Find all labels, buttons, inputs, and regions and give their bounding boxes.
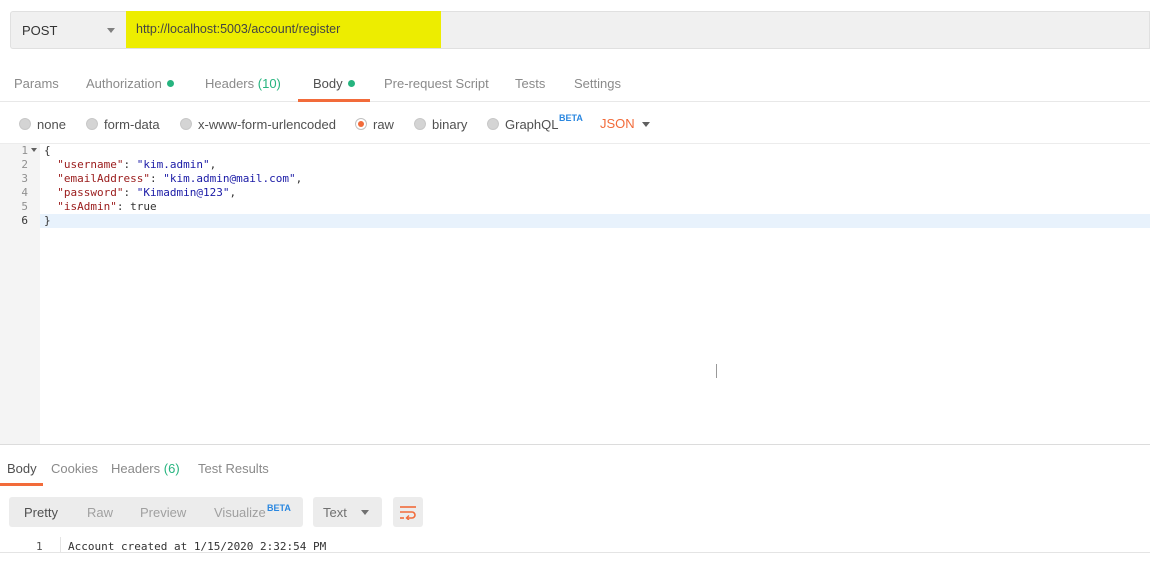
url-input[interactable]: http://localhost:5003/account/register xyxy=(136,22,340,36)
line-number: 2 xyxy=(21,158,28,171)
fold-arrow-icon[interactable] xyxy=(31,148,37,152)
code-line: } xyxy=(44,214,51,227)
line-number: 3 xyxy=(21,172,28,185)
graphql-beta-badge: BETA xyxy=(559,113,583,123)
radio-form-data[interactable] xyxy=(86,118,98,130)
brace: { xyxy=(44,144,51,157)
wrap-lines-button[interactable] xyxy=(393,497,423,527)
json-value: true xyxy=(130,200,157,213)
line-number: 6 xyxy=(21,214,28,227)
request-bar: POST http://localhost:5003/account/regis… xyxy=(0,0,1150,58)
code-line: { xyxy=(44,144,51,157)
radio-graphql-label: GraphQL xyxy=(505,117,559,132)
code-line: "password": "Kimadmin@123", xyxy=(57,186,237,199)
request-body-editor[interactable]: 1 2 3 4 5 6 { "username": "kim.admin", "… xyxy=(0,144,1150,444)
line-number: 5 xyxy=(21,200,28,213)
response-active-tab-indicator xyxy=(0,483,43,486)
body-format-select[interactable]: JSON xyxy=(600,116,635,131)
response-view-group: Pretty Raw Preview Visualize BETA xyxy=(9,497,303,527)
response-tab-headers[interactable]: Headers (6) xyxy=(111,461,180,476)
code-line: "emailAddress": "kim.admin@mail.com", xyxy=(57,172,303,185)
json-value: "Kimadmin@123" xyxy=(136,186,230,199)
body-type-selector: none form-data x-www-form-urlencoded raw… xyxy=(0,102,1150,144)
tab-headers-label: Headers xyxy=(205,76,255,91)
tab-tests[interactable]: Tests xyxy=(515,76,545,91)
tab-settings[interactable]: Settings xyxy=(574,76,621,91)
method-label: POST xyxy=(22,22,58,38)
brace: } xyxy=(44,214,51,227)
tab-params[interactable]: Params xyxy=(14,76,59,91)
chevron-down-icon xyxy=(107,28,115,33)
response-tab-headers-label: Headers xyxy=(111,461,161,476)
response-headers-count: (6) xyxy=(163,461,180,476)
chevron-down-icon xyxy=(361,510,369,515)
json-key: "isAdmin" xyxy=(57,200,117,213)
response-tabs: Body Cookies Headers (6) Test Results xyxy=(0,445,1150,487)
tab-authorization[interactable]: Authorization xyxy=(86,76,174,91)
response-body-line: 1 Account created at 1/15/2020 2:32:54 P… xyxy=(0,537,1150,553)
method-select[interactable]: POST xyxy=(10,11,126,49)
radio-binary-label: binary xyxy=(432,117,468,132)
tab-body[interactable]: Body xyxy=(313,76,355,91)
radio-graphql[interactable] xyxy=(487,118,499,130)
radio-urlencoded-label: x-www-form-urlencoded xyxy=(198,117,336,132)
view-visualize-button[interactable]: Visualize xyxy=(214,505,266,520)
view-pretty-button[interactable]: Pretty xyxy=(24,505,58,520)
tab-headers[interactable]: Headers (10) xyxy=(205,76,281,91)
radio-urlencoded[interactable] xyxy=(180,118,192,130)
json-value: "kim.admin@mail.com" xyxy=(163,172,296,185)
request-tabs: Params Authorization Headers (10) Body P… xyxy=(0,64,1150,102)
response-body-text: Account created at 1/15/2020 2:32:54 PM xyxy=(68,540,327,553)
response-format-label: Text xyxy=(323,505,347,520)
radio-raw-label: raw xyxy=(373,117,394,132)
chevron-down-icon xyxy=(642,122,650,127)
line-number: 4 xyxy=(21,186,28,199)
code-line: "username": "kim.admin", xyxy=(57,158,217,171)
response-tab-body[interactable]: Body xyxy=(7,461,37,476)
visualize-beta-badge: BETA xyxy=(267,503,291,513)
radio-none-label: none xyxy=(37,117,66,132)
response-tab-test-results[interactable]: Test Results xyxy=(198,461,269,476)
line-number: 1 xyxy=(21,144,28,157)
text-cursor-icon xyxy=(716,364,717,378)
active-line-highlight xyxy=(40,214,1150,228)
wrap-lines-icon xyxy=(400,506,416,520)
response-gutter-divider xyxy=(60,537,61,553)
code-line: "isAdmin": true xyxy=(57,200,157,213)
response-format-select[interactable]: Text xyxy=(313,497,382,527)
tab-body-label: Body xyxy=(313,76,343,91)
response-tab-cookies[interactable]: Cookies xyxy=(51,461,98,476)
json-key: "emailAddress" xyxy=(57,172,150,185)
json-key: "password" xyxy=(57,186,124,199)
headers-count: (10) xyxy=(257,76,281,91)
radio-none[interactable] xyxy=(19,118,31,130)
radio-form-data-label: form-data xyxy=(104,117,160,132)
status-dot-icon xyxy=(347,80,355,87)
view-raw-button[interactable]: Raw xyxy=(87,505,113,520)
view-preview-button[interactable]: Preview xyxy=(140,505,186,520)
radio-binary[interactable] xyxy=(414,118,426,130)
tab-pre-request-script[interactable]: Pre-request Script xyxy=(384,76,489,91)
status-dot-icon xyxy=(166,80,174,87)
tab-authorization-label: Authorization xyxy=(86,76,162,91)
response-line-number: 1 xyxy=(36,540,43,553)
radio-raw[interactable] xyxy=(355,118,367,130)
json-value: "kim.admin" xyxy=(136,158,210,171)
json-key: "username" xyxy=(57,158,124,171)
